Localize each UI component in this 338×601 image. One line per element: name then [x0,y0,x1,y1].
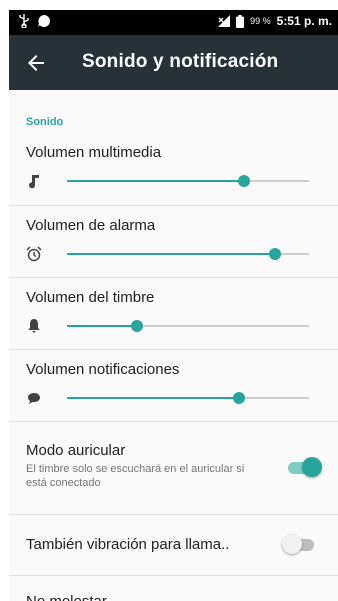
media-volume-fill [67,180,244,182]
chat-bubble-icon [28,393,40,404]
divider [9,575,338,576]
headset-mode-title: Modo auricular [26,442,126,459]
battery-icon [236,14,245,28]
settings-list: Sonido Volumen multimedia Volumen de ala… [9,90,338,601]
alarm-clock-icon [26,246,42,262]
clock: 5:51 p. m. [276,14,332,28]
alarm-volume-fill [67,253,276,255]
media-volume-label: Volumen multimedia [26,144,162,161]
divider [9,421,338,422]
battery-percent: 99 % [250,16,271,26]
do-not-disturb-title[interactable]: No molestar [26,593,107,601]
ringer-volume-slider[interactable] [67,320,309,332]
headset-mode-switch[interactable] [288,456,322,478]
page-title: Sonido y notificación [82,51,279,72]
app-toolbar: Sonido y notificación [9,35,338,90]
notification-volume-slider[interactable] [67,392,309,404]
arrow-back-icon[interactable] [24,51,48,75]
notification-volume-fill [67,397,239,399]
alarm-volume-thumb[interactable] [269,248,282,260]
divider [9,277,338,278]
vibrate-when-ringing-switch[interactable] [282,533,316,555]
status-bar: 99 % 5:51 p. m. [9,10,338,35]
switch-knob [282,534,302,554]
divider [9,349,338,350]
notification-icon [38,15,50,27]
notification-volume-label: Volumen notificaciones [26,361,180,378]
no-signal-icon [218,15,231,27]
notification-volume-thumb[interactable] [232,392,245,404]
ringer-volume-thumb[interactable] [131,320,144,332]
media-volume-slider[interactable] [67,175,309,187]
media-volume-thumb[interactable] [237,175,250,187]
vibrate-when-ringing-title: También vibración para llama.. [26,536,230,553]
ringer-volume-fill [67,325,138,327]
usb-icon [19,14,29,28]
divider [9,205,338,206]
ringer-volume-label: Volumen del timbre [26,289,155,306]
bell-icon [28,319,40,333]
alarm-volume-slider[interactable] [67,248,309,260]
alarm-volume-label: Volumen de alarma [26,217,156,234]
switch-knob [302,457,322,477]
headset-mode-summary: El timbre solo se escuchará en el auricu… [26,463,245,489]
divider [9,514,338,515]
section-header-sonido: Sonido [26,116,64,128]
music-note-icon [29,175,39,189]
